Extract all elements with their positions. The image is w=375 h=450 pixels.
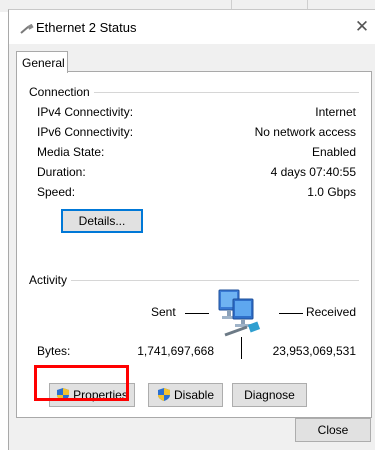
details-button-label: Details... (78, 214, 126, 228)
bytes-sent-value: 1,741,697,668 (137, 344, 214, 358)
disable-button-label: Disable (173, 388, 215, 402)
activity-group-label: Activity (29, 273, 72, 287)
activity-group-line (29, 280, 359, 281)
network-computers-icon (217, 287, 265, 340)
details-button[interactable]: Details... (61, 209, 143, 233)
sent-line (185, 313, 209, 314)
bytes-divider (241, 337, 242, 359)
tab-general[interactable]: General (16, 51, 68, 73)
window-title: Ethernet 2 Status (36, 20, 137, 35)
ipv6-value: No network access (254, 125, 356, 139)
highlight-box (34, 365, 129, 401)
media-state-value: Enabled (311, 145, 356, 159)
close-button[interactable]: Close (295, 418, 371, 442)
received-line (279, 313, 303, 314)
bytes-received-value: 23,953,069,531 (272, 344, 356, 358)
sent-label: Sent (151, 305, 176, 319)
speed-value: 1.0 Gbps (307, 185, 356, 199)
close-icon[interactable]: ✕ (350, 16, 374, 38)
received-label: Received (305, 305, 356, 319)
diagnose-button[interactable]: Diagnose (232, 383, 307, 407)
network-cable-icon (20, 23, 34, 37)
disable-button[interactable]: Disable (148, 383, 223, 407)
close-button-label: Close (317, 423, 349, 437)
connection-group-label: Connection (29, 85, 94, 99)
duration-value: 4 days 07:40:55 (270, 165, 356, 179)
ipv4-label: IPv4 Connectivity: (37, 105, 134, 119)
ipv4-value: Internet (315, 105, 356, 119)
title-bar[interactable]: Ethernet 2 Status ✕ (9, 10, 375, 44)
media-state-label: Media State: (37, 145, 105, 159)
diagnose-button-label: Diagnose (244, 388, 295, 402)
speed-label: Speed: (37, 185, 76, 199)
uac-shield-icon (157, 387, 171, 409)
duration-label: Duration: (37, 165, 86, 179)
bytes-label: Bytes: (37, 344, 71, 358)
ipv6-label: IPv6 Connectivity: (37, 125, 134, 139)
